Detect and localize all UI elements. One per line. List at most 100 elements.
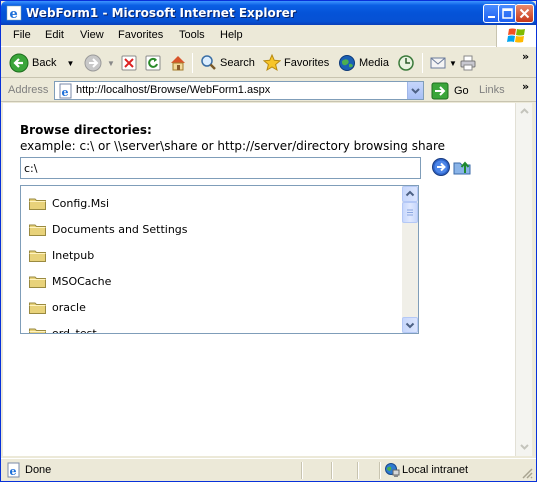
intranet-zone-icon: [385, 463, 400, 477]
back-arrow-icon: [9, 53, 29, 73]
directory-name: Documents and Settings: [52, 222, 188, 236]
chevron-up-icon: [405, 190, 415, 197]
history-icon: [398, 55, 414, 71]
menu-tools[interactable]: Tools: [179, 29, 205, 41]
home-button[interactable]: [168, 52, 188, 74]
menu-file[interactable]: File: [13, 29, 31, 41]
list-item[interactable]: Config.Msi: [29, 195, 109, 211]
links-chevron[interactable]: »: [522, 80, 529, 93]
title-bar[interactable]: e WebForm1 - Microsoft Internet Explorer: [1, 1, 536, 25]
history-button[interactable]: [397, 52, 415, 74]
favorites-label: Favorites: [284, 57, 330, 69]
example-text: example: c:\ or \\server\share or http:/…: [20, 139, 445, 153]
resize-grip-icon[interactable]: [521, 467, 533, 479]
folder-icon: [29, 198, 46, 210]
chevron-down-icon: [411, 88, 420, 94]
stop-icon: [121, 55, 137, 71]
list-item[interactable]: MSOCache: [29, 273, 111, 289]
refresh-icon: [145, 55, 161, 71]
menu-help[interactable]: Help: [220, 29, 243, 41]
list-item[interactable]: Documents and Settings: [29, 221, 188, 237]
folder-icon: [29, 328, 46, 333]
list-scroll-thumb[interactable]: [402, 202, 418, 223]
directory-name: ord_test: [52, 326, 97, 334]
chevron-down-icon: [405, 322, 415, 329]
search-label: Search: [220, 57, 255, 69]
address-url: http://localhost/Browse/WebForm1.aspx: [76, 84, 271, 96]
print-button[interactable]: [459, 52, 477, 74]
page-scroll-down-button[interactable]: [517, 439, 532, 454]
favorites-button[interactable]: Favorites: [263, 52, 329, 74]
list-item[interactable]: Inetpub: [29, 247, 94, 263]
zone-text: Local intranet: [402, 464, 469, 476]
menu-favorites[interactable]: Favorites: [118, 29, 163, 41]
address-input[interactable]: e http://localhost/Browse/WebForm1.aspx: [54, 81, 424, 100]
forward-dropdown-icon[interactable]: ▼: [107, 59, 115, 68]
star-icon: [263, 54, 281, 72]
links-label[interactable]: Links: [479, 84, 505, 96]
svg-text:e: e: [10, 465, 17, 478]
printer-icon: [460, 55, 476, 71]
status-divider: [379, 462, 381, 479]
maximize-icon: [502, 8, 513, 19]
windows-flag-icon: [507, 28, 525, 43]
list-scroll-up-button[interactable]: [402, 186, 418, 202]
windows-logo: [496, 25, 536, 47]
address-label: Address: [8, 84, 49, 96]
status-divider: [301, 462, 303, 479]
toolbar-separator-2: [422, 53, 423, 73]
go-label: Go: [454, 85, 469, 97]
forward-button[interactable]: ▼: [83, 52, 115, 74]
grip-icon: [407, 209, 413, 216]
page-scroll-up-button[interactable]: [517, 104, 532, 119]
folder-icon: [29, 276, 46, 288]
mail-icon: [430, 57, 446, 69]
status-bar: e Done Local intranet: [1, 458, 536, 481]
back-button[interactable]: Back ▼: [9, 52, 74, 74]
directory-name: oracle: [52, 300, 86, 314]
home-icon: [171, 56, 185, 71]
page-scrollbar[interactable]: [515, 103, 532, 456]
status-divider: [357, 462, 359, 479]
menu-edit[interactable]: Edit: [45, 29, 64, 41]
page-done-icon: e: [7, 462, 20, 478]
browser-window: e WebForm1 - Microsoft Internet Explorer…: [0, 0, 537, 482]
page-content: Browse directories: example: c:\ or \\se…: [3, 103, 515, 456]
directory-name: Inetpub: [52, 248, 95, 262]
chevron-up-icon: [520, 108, 529, 114]
address-bar: Address e http://localhost/Browse/WebFor…: [1, 79, 536, 102]
folder-icon: [29, 224, 46, 236]
svg-text:e: e: [10, 7, 18, 21]
chevron-down-icon: [520, 444, 529, 450]
mail-button[interactable]: ▼: [429, 52, 457, 74]
media-label: Media: [359, 57, 389, 69]
stop-button[interactable]: [120, 52, 138, 74]
back-label: Back: [32, 57, 57, 69]
close-button[interactable]: [515, 4, 534, 23]
search-icon: [201, 55, 216, 70]
list-scroll-down-button[interactable]: [402, 317, 418, 333]
toolbar-chevron[interactable]: »: [522, 50, 529, 63]
refresh-button[interactable]: [144, 52, 162, 74]
search-button[interactable]: Search: [199, 52, 255, 74]
standard-toolbar: Back ▼ ▼ Search Favorites Media ▼ »: [1, 48, 536, 78]
go-arrow-icon: [431, 82, 449, 100]
directory-list[interactable]: Config.Msi Documents and Settings Inetpu…: [20, 185, 419, 334]
mail-dropdown-icon[interactable]: ▼: [449, 59, 457, 68]
back-dropdown-icon[interactable]: ▼: [66, 59, 74, 68]
address-dropdown-button[interactable]: [407, 82, 423, 99]
path-input[interactable]: [20, 157, 421, 179]
media-button[interactable]: Media: [338, 52, 389, 74]
folder-icon: [29, 250, 46, 262]
go-browse-icon[interactable]: [431, 157, 451, 177]
list-item[interactable]: oracle: [29, 299, 86, 315]
folder-up-icon[interactable]: [453, 157, 473, 177]
list-scrollbar[interactable]: [402, 186, 418, 333]
go-button[interactable]: Go: [431, 82, 469, 100]
page-icon: e: [59, 83, 72, 99]
window-title: WebForm1 - Microsoft Internet Explorer: [26, 6, 296, 20]
toolbar-separator: [192, 53, 193, 73]
menu-view[interactable]: View: [80, 29, 104, 41]
list-item[interactable]: ord_test: [29, 325, 97, 334]
svg-text:e: e: [62, 86, 69, 99]
